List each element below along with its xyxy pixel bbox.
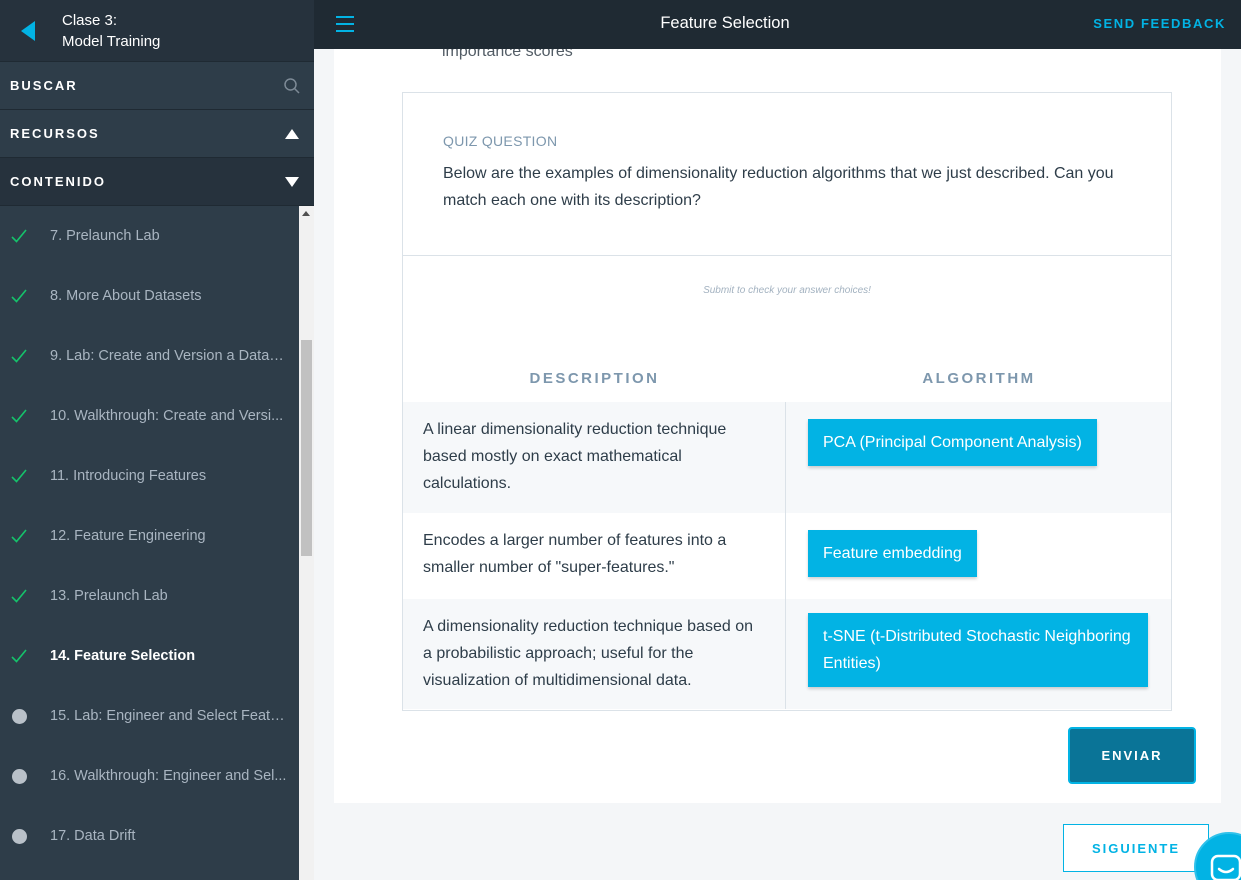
algorithm-cell[interactable]: Feature embedding bbox=[786, 513, 1171, 599]
check-icon bbox=[0, 649, 50, 663]
sidebar-item-label: 11. Introducing Features bbox=[50, 468, 207, 484]
algorithm-cell[interactable]: PCA (Principal Component Analysis) bbox=[786, 402, 1171, 513]
page-title: Feature Selection bbox=[660, 14, 790, 32]
answer-chip-pca[interactable]: PCA (Principal Component Analysis) bbox=[808, 419, 1097, 466]
sidebar-item-label: 8. More About Datasets bbox=[50, 288, 202, 304]
sidebar-item-feature-selection[interactable]: 14. Feature Selection bbox=[0, 626, 299, 686]
algorithm-column-header: ALGORITHM bbox=[922, 370, 1036, 387]
check-icon bbox=[0, 289, 50, 303]
main-content: importance scores QUIZ QUESTION Below ar… bbox=[314, 49, 1241, 880]
check-icon bbox=[0, 409, 50, 423]
quiz-label: QUIZ QUESTION bbox=[443, 133, 558, 149]
match-row: A dimensionality reduction technique bas… bbox=[403, 599, 1171, 709]
description-column-header: DESCRIPTION bbox=[529, 370, 660, 387]
check-icon bbox=[0, 229, 50, 243]
chevron-up-icon[interactable] bbox=[280, 122, 304, 146]
description-cell: A linear dimensionality reduction techni… bbox=[403, 402, 786, 513]
sidebar-item-label: 9. Lab: Create and Version a Datas... bbox=[50, 348, 288, 364]
check-icon bbox=[0, 349, 50, 363]
incomplete-dot-icon bbox=[0, 828, 50, 844]
match-table: A linear dimensionality reduction techni… bbox=[403, 402, 1171, 709]
lesson-number: Clase 3: bbox=[62, 11, 118, 29]
sidebar-item-label: 17. Data Drift bbox=[50, 828, 136, 844]
sidebar-item-walkthrough-engineer-select[interactable]: 16. Walkthrough: Engineer and Sel... bbox=[0, 746, 299, 806]
sidebar-item-more-about-datasets[interactable]: 8. More About Datasets bbox=[0, 266, 299, 326]
sidebar-item-label: 12. Feature Engineering bbox=[50, 528, 206, 544]
check-icon bbox=[0, 589, 50, 603]
sidebar-item-data-drift[interactable]: 17. Data Drift bbox=[0, 806, 299, 866]
sidebar: Clase 3: Model Training BUSCAR RECURSOS … bbox=[0, 0, 314, 880]
sidebar-item-label: 10. Walkthrough: Create and Versi... bbox=[50, 408, 284, 424]
sidebar-item-prelaunch-lab-7[interactable]: 7. Prelaunch Lab bbox=[0, 206, 299, 266]
description-cell: A dimensionality reduction technique bas… bbox=[403, 599, 786, 709]
answer-chip-feature-embedding[interactable]: Feature embedding bbox=[808, 530, 977, 577]
sidebar-item-lab-engineer-select[interactable]: 15. Lab: Engineer and Select Featu... bbox=[0, 686, 299, 746]
submit-hint: Submit to check your answer choices! bbox=[703, 285, 871, 296]
sidebar-item-label: 16. Walkthrough: Engineer and Sel... bbox=[50, 768, 287, 784]
sidebar-item-label: 15. Lab: Engineer and Select Featu... bbox=[50, 708, 288, 724]
sidebar-item-label: 14. Feature Selection bbox=[50, 648, 196, 664]
check-icon bbox=[0, 469, 50, 483]
lesson-name: Model Training bbox=[62, 32, 161, 50]
description-cell: Encodes a larger number of features into… bbox=[403, 513, 786, 599]
sidebar-item-feature-engineering[interactable]: 12. Feature Engineering bbox=[0, 506, 299, 566]
sidebar-item-introducing-features[interactable]: 11. Introducing Features bbox=[0, 446, 299, 506]
sidebar-item-walkthrough-create-version[interactable]: 10. Walkthrough: Create and Versi... bbox=[0, 386, 299, 446]
check-icon bbox=[0, 529, 50, 543]
chevron-down-icon[interactable] bbox=[280, 170, 304, 194]
content-panel: importance scores QUIZ QUESTION Below ar… bbox=[334, 49, 1221, 803]
algorithm-cell[interactable]: t-SNE (t-Distributed Stochastic Neighbor… bbox=[786, 599, 1171, 709]
quiz-card: QUIZ QUESTION Below are the examples of … bbox=[402, 92, 1172, 711]
search-icon[interactable] bbox=[280, 74, 304, 98]
back-arrow-icon bbox=[21, 20, 35, 41]
search-row[interactable]: BUSCAR bbox=[0, 62, 314, 110]
resources-row[interactable]: RECURSOS bbox=[0, 110, 314, 158]
sidebar-item-lab-create-version-dataset[interactable]: 9. Lab: Create and Version a Datas... bbox=[0, 326, 299, 386]
incomplete-dot-icon bbox=[0, 708, 50, 724]
previous-text-fragment: importance scores bbox=[442, 49, 573, 60]
resources-label: RECURSOS bbox=[10, 126, 100, 141]
search-label: BUSCAR bbox=[10, 78, 78, 93]
lesson-header: Clase 3: Model Training bbox=[0, 0, 314, 62]
match-row: Encodes a larger number of features into… bbox=[403, 513, 1171, 599]
lesson-title: Clase 3: Model Training bbox=[56, 10, 160, 52]
submit-button[interactable]: ENVIAR bbox=[1068, 727, 1196, 784]
contents-row[interactable]: CONTENIDO bbox=[0, 158, 314, 206]
scroll-up-arrow-icon[interactable] bbox=[302, 211, 310, 216]
sidebar-item-label: 13. Prelaunch Lab bbox=[50, 588, 168, 604]
top-bar: Feature Selection SEND FEEDBACK bbox=[314, 0, 1241, 49]
sidebar-item-prelaunch-lab-13[interactable]: 13. Prelaunch Lab bbox=[0, 566, 299, 626]
answer-chip-tsne[interactable]: t-SNE (t-Distributed Stochastic Neighbor… bbox=[808, 613, 1148, 687]
back-button[interactable] bbox=[0, 0, 56, 62]
concept-list: 7. Prelaunch Lab 8. More About Datasets … bbox=[0, 206, 299, 880]
contents-label: CONTENIDO bbox=[10, 174, 106, 189]
match-row: A linear dimensionality reduction techni… bbox=[403, 402, 1171, 513]
send-feedback-link[interactable]: SEND FEEDBACK bbox=[1093, 16, 1226, 31]
chat-icon bbox=[1210, 854, 1241, 880]
sidebar-scrollbar[interactable] bbox=[299, 206, 314, 880]
incomplete-dot-icon bbox=[0, 768, 50, 784]
next-button[interactable]: SIGUIENTE bbox=[1063, 824, 1209, 872]
quiz-question: Below are the examples of dimensionality… bbox=[443, 165, 1114, 209]
sidebar-item-label: 7. Prelaunch Lab bbox=[50, 228, 160, 244]
scrollbar-thumb[interactable] bbox=[301, 340, 312, 556]
quiz-header: QUIZ QUESTION Below are the examples of … bbox=[403, 93, 1171, 256]
